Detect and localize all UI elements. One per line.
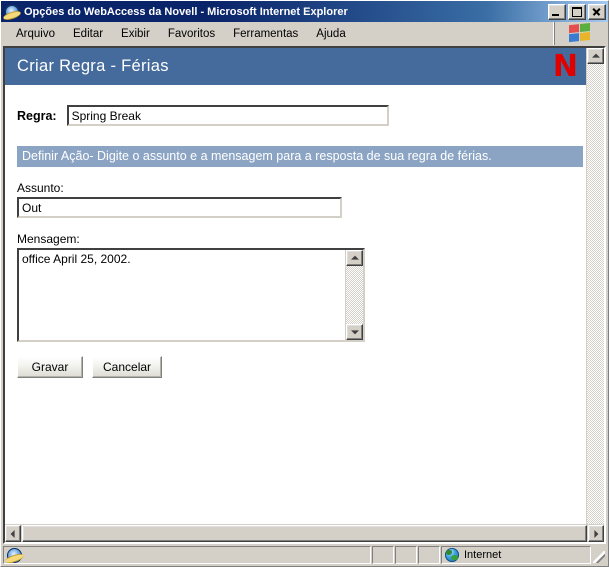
subject-input[interactable] (17, 197, 342, 218)
scroll-up-icon[interactable] (346, 250, 363, 266)
message-textarea[interactable] (19, 250, 345, 340)
window-controls (548, 3, 606, 20)
document-body-row: Criar Regra - Férias N Regra: Definir Aç… (5, 48, 604, 524)
security-zone-label: Internet (464, 549, 502, 561)
menu-item-ferramentas[interactable]: Ferramentas (224, 25, 307, 43)
doc-hscroll-thumb[interactable] (22, 525, 587, 542)
menu-item-favoritos[interactable]: Favoritos (159, 25, 224, 43)
menu-bar: Arquivo Editar Exibir Favoritos Ferramen… (1, 22, 608, 46)
page-title: Criar Regra - Férias (17, 57, 169, 75)
novell-logo: N (552, 48, 578, 84)
menu-item-ajuda[interactable]: Ajuda (307, 25, 354, 43)
security-zone-panel[interactable]: Internet (441, 546, 591, 564)
instruction-bar: Definir Ação- Digite o assunto e a mensa… (17, 146, 583, 167)
menu-item-editar[interactable]: Editar (64, 25, 112, 43)
title-bar: Opções do WebAccess da Novell - Microsof… (1, 1, 608, 22)
page-content: Regra: Definir Ação- Digite o assunto e … (5, 105, 586, 378)
rule-name-label: Regra: (17, 108, 57, 123)
doc-scroll-right-icon[interactable] (588, 525, 604, 542)
rule-name-row: Regra: (17, 105, 574, 126)
resize-grip[interactable] (592, 546, 606, 564)
doc-vscroll-track[interactable] (587, 64, 604, 524)
scrollbar-track[interactable] (346, 266, 363, 324)
doc-scroll-up-icon[interactable] (587, 48, 604, 64)
close-button[interactable] (588, 3, 606, 20)
scroll-down-icon[interactable] (346, 324, 363, 340)
globe-icon (445, 548, 459, 562)
doc-scroll-left-icon[interactable] (5, 525, 21, 542)
maximize-button[interactable] (568, 3, 586, 20)
windows-flag-icon (553, 22, 606, 45)
form-button-row: Gravar Cancelar (17, 356, 574, 378)
minimize-button[interactable] (548, 3, 566, 20)
status-ie-icon (7, 547, 22, 563)
document-vertical-scrollbar[interactable] (586, 48, 604, 524)
document-frame: Criar Regra - Férias N Regra: Definir Aç… (3, 46, 606, 544)
status-message-panel (3, 546, 371, 564)
status-panel-1 (372, 546, 394, 564)
menu-item-arquivo[interactable]: Arquivo (7, 25, 64, 43)
subject-label: Assunto: (17, 181, 64, 195)
page-header-banner: Criar Regra - Férias N (5, 48, 586, 85)
status-panel-3 (418, 546, 440, 564)
status-bar: Internet (1, 544, 608, 566)
message-textarea-wrapper (17, 248, 365, 342)
document-horizontal-scrollbar[interactable] (5, 524, 604, 542)
ie-icon (4, 4, 20, 20)
browser-client-area: Criar Regra - Férias N Regra: Definir Aç… (1, 46, 608, 544)
status-panel-2 (395, 546, 417, 564)
message-scrollbar[interactable] (345, 250, 363, 340)
save-button[interactable]: Gravar (17, 356, 83, 378)
cancel-button[interactable]: Cancelar (92, 356, 163, 378)
menu-item-exibir[interactable]: Exibir (112, 25, 159, 43)
browser-window: Opções do WebAccess da Novell - Microsof… (0, 0, 609, 567)
window-title: Opções do WebAccess da Novell - Microsof… (24, 5, 348, 18)
web-page: Criar Regra - Férias N Regra: Definir Aç… (5, 48, 586, 524)
rule-name-input[interactable] (66, 105, 389, 126)
message-label: Mensagem: (17, 232, 80, 246)
